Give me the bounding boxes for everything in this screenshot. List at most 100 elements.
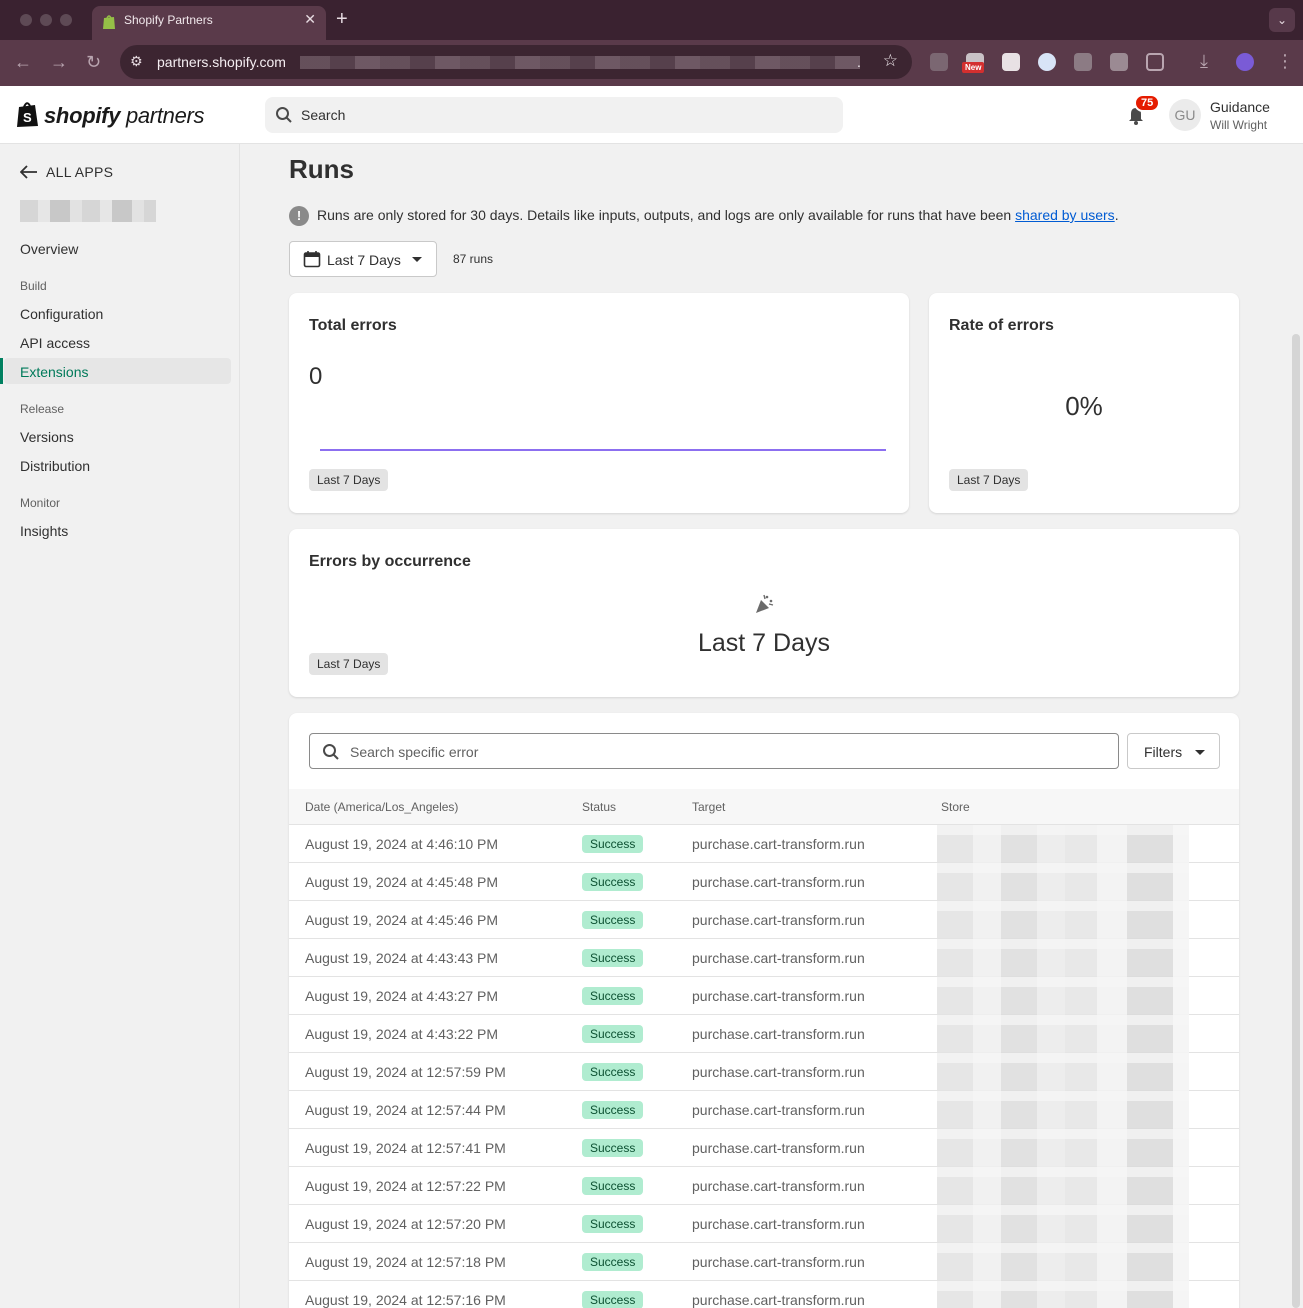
address-bar[interactable]: ⚙ partners.shopify.com . ☆ — [120, 45, 912, 79]
date-range-label: Last 7 Days — [327, 252, 401, 268]
extensions-puzzle-icon[interactable] — [1146, 53, 1164, 71]
reload-icon[interactable]: ↻ — [86, 52, 101, 73]
sidebar-item-insights[interactable]: Insights — [20, 523, 68, 539]
notification-count-badge: 75 — [1134, 94, 1161, 112]
rate-of-errors-title: Rate of errors — [949, 317, 1054, 334]
window-close-button[interactable] — [20, 14, 32, 26]
column-header-store[interactable]: Store — [941, 800, 970, 814]
row-store-redacted — [937, 1015, 1189, 1053]
svg-text:S: S — [23, 110, 32, 125]
row-status-badge: Success — [582, 1291, 644, 1308]
table-row[interactable]: August 19, 2024 at 4:46:10 PM Success purc… — [289, 825, 1239, 863]
table-row[interactable]: August 19, 2024 at 12:57:59 PM Success pur… — [289, 1053, 1239, 1091]
sidebar-item-versions[interactable]: Versions — [20, 429, 74, 445]
profile-icon[interactable] — [1236, 53, 1254, 71]
browser-tab[interactable]: Shopify Partners ✕ — [92, 6, 326, 40]
search-placeholder: Search — [301, 107, 346, 123]
caret-down-icon — [1195, 750, 1205, 755]
table-row[interactable]: August 19, 2024 at 12:57:44 PM Success pur… — [289, 1091, 1239, 1129]
row-status-badge: Success — [582, 1101, 644, 1119]
sidebar-item-overview[interactable]: Overview — [20, 241, 78, 257]
table-row[interactable]: August 19, 2024 at 12:57:20 PM Success pur… — [289, 1205, 1239, 1243]
shopify-bag-icon: S — [17, 102, 38, 127]
extension-h-icon[interactable] — [1074, 53, 1092, 71]
column-header-target[interactable]: Target — [692, 800, 725, 814]
arrow-left-icon — [20, 165, 37, 179]
column-header-date[interactable]: Date (America/Los_Angeles) — [305, 800, 458, 814]
row-target: purchase.cart-transform.run — [692, 988, 865, 1004]
row-status-badge: Success — [582, 1139, 644, 1157]
row-store-redacted — [937, 1243, 1189, 1281]
extension-clip-icon[interactable] — [1002, 53, 1020, 71]
page-title: Runs — [289, 154, 354, 184]
sidebar-group-release: Release — [20, 402, 65, 416]
caret-down-icon — [412, 257, 422, 262]
errors-by-occurrence-card: Errors by occurrence Last 7 Days Last 7 … — [289, 529, 1239, 697]
row-store-redacted — [937, 939, 1189, 977]
filters-button[interactable]: Filters — [1127, 733, 1220, 769]
browser-menu-icon[interactable]: ⋮ — [1276, 51, 1294, 72]
table-row[interactable]: August 19, 2024 at 12:57:22 PM Success pur… — [289, 1167, 1239, 1205]
row-date: August 19, 2024 at 4:45:46 PM — [305, 912, 499, 928]
row-target: purchase.cart-transform.run — [692, 950, 865, 966]
account-name[interactable]: Guidance — [1210, 99, 1270, 115]
row-date: August 19, 2024 at 12:57:22 PM — [305, 1178, 506, 1194]
shopify-partners-logo[interactable]: shopify partners — [44, 103, 205, 129]
shared-by-users-link[interactable]: shared by users — [1015, 207, 1115, 223]
address-url: partners.shopify.com — [157, 54, 286, 70]
column-header-status[interactable]: Status — [582, 800, 616, 814]
sidebar: ALL APPS Overview Build Configuration AP… — [0, 144, 240, 1308]
extension-notion-icon[interactable] — [1110, 53, 1128, 71]
tab-close-icon[interactable]: ✕ — [304, 11, 316, 28]
download-icon[interactable]: ⤓ — [1200, 51, 1208, 72]
back-arrow-icon[interactable]: ← — [14, 52, 32, 73]
table-row[interactable]: August 19, 2024 at 4:45:48 PM Success purc… — [289, 863, 1239, 901]
info-icon: ! — [289, 206, 309, 226]
table-row[interactable]: August 19, 2024 at 4:43:43 PM Success purc… — [289, 939, 1239, 977]
error-search-input[interactable]: Search specific error — [309, 733, 1119, 769]
extension-password-icon[interactable] — [1038, 53, 1056, 71]
row-status-badge: Success — [582, 1215, 644, 1233]
sidebar-active-indicator — [0, 358, 3, 384]
all-apps-link[interactable]: ALL APPS — [20, 164, 113, 180]
row-status-badge: Success — [582, 1177, 644, 1195]
tab-search-chevron-icon[interactable]: ⌄ — [1269, 8, 1295, 32]
sidebar-item-extensions[interactable]: Extensions — [20, 364, 88, 380]
new-tab-icon[interactable]: + — [336, 8, 348, 30]
user-avatar[interactable]: GU — [1169, 99, 1201, 131]
table-row[interactable]: August 19, 2024 at 4:43:27 PM Success purc… — [289, 977, 1239, 1015]
extension-gear-icon[interactable] — [930, 53, 948, 71]
table-row[interactable]: August 19, 2024 at 12:57:16 PM Success pur… — [289, 1281, 1239, 1308]
row-date: August 19, 2024 at 4:43:27 PM — [305, 988, 499, 1004]
table-row[interactable]: August 19, 2024 at 12:57:18 PM Success pur… — [289, 1243, 1239, 1281]
row-status-badge: Success — [582, 911, 644, 929]
window-minimize-button[interactable] — [40, 14, 52, 26]
sidebar-item-api-access[interactable]: API access — [20, 335, 90, 351]
row-status-badge: Success — [582, 835, 644, 853]
table-row[interactable]: August 19, 2024 at 4:45:46 PM Success purc… — [289, 901, 1239, 939]
sidebar-item-distribution[interactable]: Distribution — [20, 458, 90, 474]
table-header: Date (America/Los_Angeles) Status Target… — [289, 789, 1239, 825]
sidebar-item-configuration[interactable]: Configuration — [20, 306, 103, 322]
table-row[interactable]: August 19, 2024 at 4:43:22 PM Success purc… — [289, 1015, 1239, 1053]
site-settings-icon[interactable]: ⚙ — [130, 53, 143, 70]
date-range-button[interactable]: Last 7 Days — [289, 241, 437, 277]
window-zoom-button[interactable] — [60, 14, 72, 26]
row-status-badge: Success — [582, 1253, 644, 1271]
top-bar: S shopify partners Search 75 GU Guidance… — [0, 86, 1303, 144]
all-apps-label: ALL APPS — [46, 164, 114, 180]
calendar-icon — [303, 251, 321, 268]
forward-arrow-icon[interactable]: → — [50, 52, 68, 73]
total-errors-title: Total errors — [309, 317, 397, 334]
main-content: Runs ! Runs are only stored for 30 days.… — [240, 144, 1303, 1308]
table-row[interactable]: August 19, 2024 at 12:57:41 PM Success pur… — [289, 1129, 1239, 1167]
page-scrollbar[interactable] — [1292, 334, 1300, 1308]
shopify-favicon-icon — [103, 15, 115, 29]
total-errors-period: Last 7 Days — [309, 469, 389, 491]
rate-of-errors-value: 0% — [1065, 391, 1103, 421]
app-name-redacted — [20, 200, 156, 222]
global-search-input[interactable]: Search — [265, 97, 843, 133]
row-date: August 19, 2024 at 12:57:59 PM — [305, 1064, 506, 1080]
bookmark-star-icon[interactable]: ☆ — [883, 51, 898, 71]
row-target: purchase.cart-transform.run — [692, 1140, 865, 1156]
